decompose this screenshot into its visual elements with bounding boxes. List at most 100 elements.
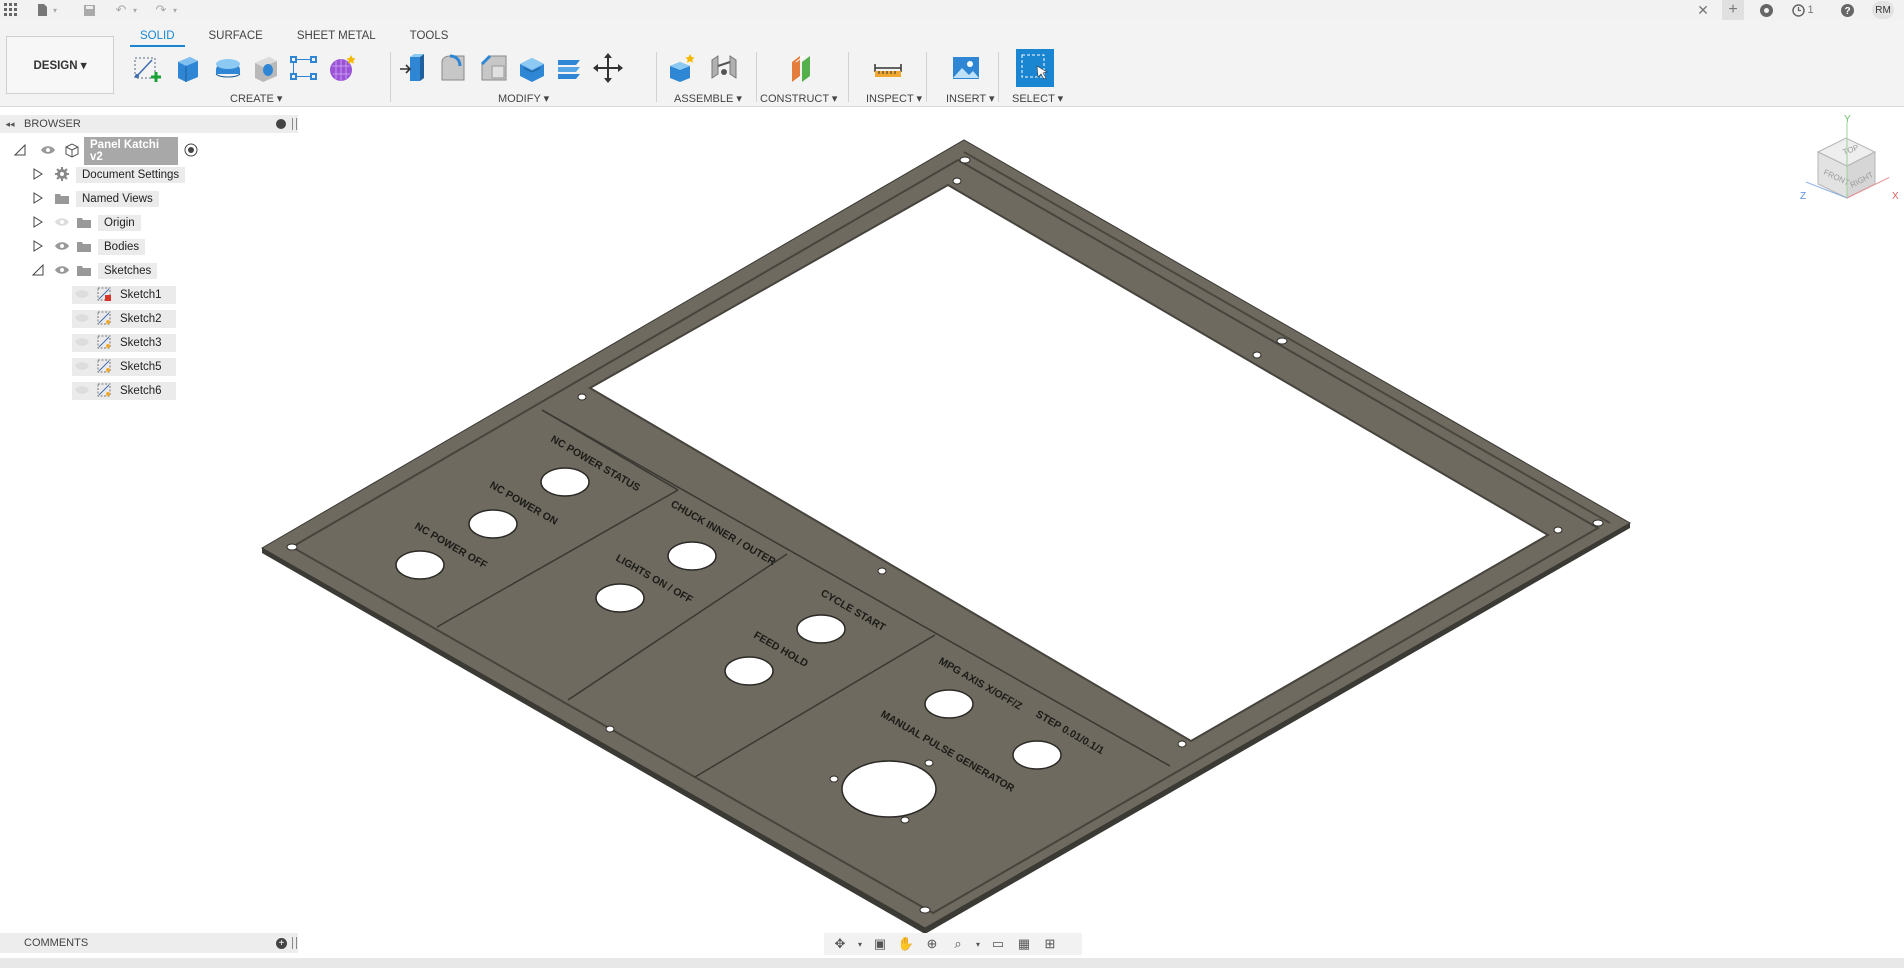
visibility-eye-icon[interactable] [54, 264, 70, 279]
extensions-icon[interactable] [1757, 2, 1775, 18]
visibility-eye-icon[interactable] [40, 144, 56, 159]
chevron-down-icon[interactable]: ▾ [170, 2, 180, 18]
select-menu[interactable]: SELECT ▾ [1012, 92, 1063, 105]
hidden-eye-icon[interactable] [54, 216, 70, 231]
hidden-eye-icon[interactable] [74, 360, 90, 375]
tab-solid[interactable]: SOLID [130, 28, 185, 47]
screw-hole [900, 816, 910, 824]
undo-icon[interactable]: ↶ [112, 2, 130, 18]
panel-resize-handle[interactable] [292, 937, 297, 949]
collapse-triangle-icon[interactable] [13, 143, 26, 159]
chevron-down-icon[interactable]: ▾ [50, 2, 60, 18]
expand-triangle-icon[interactable] [32, 215, 44, 231]
redo-icon[interactable]: ↷ [152, 2, 170, 18]
fit-icon[interactable]: ⌕ [948, 935, 968, 953]
screw-hole [1276, 337, 1288, 345]
tab-surface[interactable]: SURFACE [199, 28, 273, 47]
section-line [436, 489, 679, 628]
tree-item-sketch2[interactable]: Sketch2 [72, 310, 176, 328]
folder-icon [76, 239, 92, 256]
joint-icon[interactable] [706, 50, 742, 86]
expand-triangle-icon[interactable] [32, 239, 44, 255]
pan-hand-icon[interactable]: ✋ [896, 935, 916, 953]
tree-item-origin[interactable]: Origin [32, 214, 141, 232]
select-icon[interactable] [1016, 49, 1054, 87]
hole-icon[interactable] [248, 50, 284, 86]
expand-triangle-icon[interactable] [32, 167, 44, 183]
move-copy-icon[interactable] [590, 50, 626, 86]
viewcube[interactable]: TOP FRONT RIGHT Y X Z [1800, 112, 1904, 218]
close-tab-icon[interactable]: ✕ [1694, 2, 1712, 18]
tab-sheet-metal[interactable]: SHEET METAL [287, 28, 386, 47]
save-icon[interactable] [80, 2, 98, 18]
apps-grid-icon[interactable] [2, 2, 20, 18]
visibility-eye-icon[interactable] [54, 240, 70, 255]
help-icon[interactable]: ? [1838, 2, 1856, 18]
job-status-icon[interactable]: 1 [1790, 2, 1816, 18]
tree-item-bodies[interactable]: Bodies [32, 238, 146, 256]
tree-item-sketches[interactable]: Sketches [31, 262, 158, 280]
comments-panel[interactable]: COMMENTS + [0, 933, 298, 953]
insert-menu[interactable]: INSERT ▾ [946, 92, 995, 105]
look-at-icon[interactable]: ▣ [870, 935, 890, 953]
window-outline [587, 183, 1550, 743]
display-settings-icon[interactable]: ▭ [988, 935, 1008, 953]
hidden-eye-icon[interactable] [74, 312, 90, 327]
browser-options-icon[interactable] [276, 119, 286, 129]
top-bar: ▾ ↶ ▾ ↷ ▾ ✕ + 1 ? RM [0, 0, 1904, 20]
tree-item-sketch5[interactable]: Sketch5 [72, 358, 176, 376]
chamfer-icon[interactable] [476, 50, 512, 86]
hidden-eye-icon[interactable] [74, 336, 90, 351]
tree-item-sketch3[interactable]: Sketch3 [72, 334, 176, 352]
chevron-down-icon[interactable]: ▾ [856, 935, 864, 953]
expand-triangle-icon[interactable] [32, 191, 44, 207]
offset-plane-icon[interactable] [786, 50, 822, 86]
section-line [694, 634, 936, 778]
extrude-icon[interactable] [170, 50, 206, 86]
add-comment-icon[interactable]: + [276, 937, 287, 949]
modify-menu[interactable]: MODIFY ▾ [498, 92, 549, 105]
ribbon-tabs: SOLID SURFACE SHEET METAL TOOLS [130, 28, 472, 47]
collapse-triangle-icon[interactable] [31, 263, 44, 279]
fillet-icon[interactable] [436, 50, 472, 86]
measure-icon[interactable] [870, 50, 906, 86]
tab-tools[interactable]: TOOLS [400, 28, 459, 47]
root-component-name[interactable]: Panel Katchi v2 [84, 137, 178, 165]
chevron-down-icon[interactable]: ▾ [974, 935, 982, 953]
collapse-panel-icon[interactable]: ◂◂ [0, 119, 20, 130]
activate-radio-icon[interactable] [184, 143, 198, 160]
create-form-icon[interactable] [324, 50, 360, 86]
insert-image-icon[interactable] [948, 50, 984, 86]
user-avatar[interactable]: RM [1872, 1, 1894, 19]
pattern-icon[interactable] [286, 50, 322, 86]
screw-hole [924, 759, 934, 767]
tree-item-sketch1[interactable]: Sketch1 [72, 286, 176, 304]
orbit-icon[interactable]: ✥ [830, 935, 850, 953]
canvas-viewport[interactable]: NC POWER STATUS NC POWER ON NC POWER OFF… [0, 0, 1904, 968]
construct-menu[interactable]: CONSTRUCT ▾ [760, 92, 837, 105]
create-menu[interactable]: CREATE ▾ [230, 92, 282, 105]
button-hole [540, 467, 590, 497]
combine-icon[interactable] [552, 50, 588, 86]
new-component-icon[interactable] [664, 50, 700, 86]
press-pull-icon[interactable] [396, 50, 432, 86]
create-sketch-icon[interactable] [130, 50, 166, 86]
hidden-eye-icon[interactable] [74, 288, 90, 303]
workspace-switcher[interactable]: DESIGN ▾ [6, 36, 114, 94]
hidden-eye-icon[interactable] [74, 384, 90, 399]
tree-item-document-settings[interactable]: Document Settings [32, 166, 186, 184]
revolve-icon[interactable] [210, 50, 246, 86]
viewports-icon[interactable]: ⊞ [1040, 935, 1060, 953]
divider [848, 52, 849, 102]
chevron-down-icon[interactable]: ▾ [130, 2, 140, 18]
assemble-menu[interactable]: ASSEMBLE ▾ [674, 92, 742, 105]
new-tab-icon[interactable]: + [1722, 0, 1744, 20]
inspect-menu[interactable]: INSPECT ▾ [866, 92, 922, 105]
shell-icon[interactable] [514, 50, 550, 86]
tree-item-named-views[interactable]: Named Views [32, 190, 159, 208]
panel-resize-handle[interactable] [292, 118, 297, 130]
tree-item-sketch6[interactable]: Sketch6 [72, 382, 176, 400]
tree-root[interactable]: Panel Katchi v2 [13, 137, 198, 165]
zoom-icon[interactable]: ⊕ [922, 935, 942, 953]
grid-settings-icon[interactable]: ▦ [1014, 935, 1034, 953]
